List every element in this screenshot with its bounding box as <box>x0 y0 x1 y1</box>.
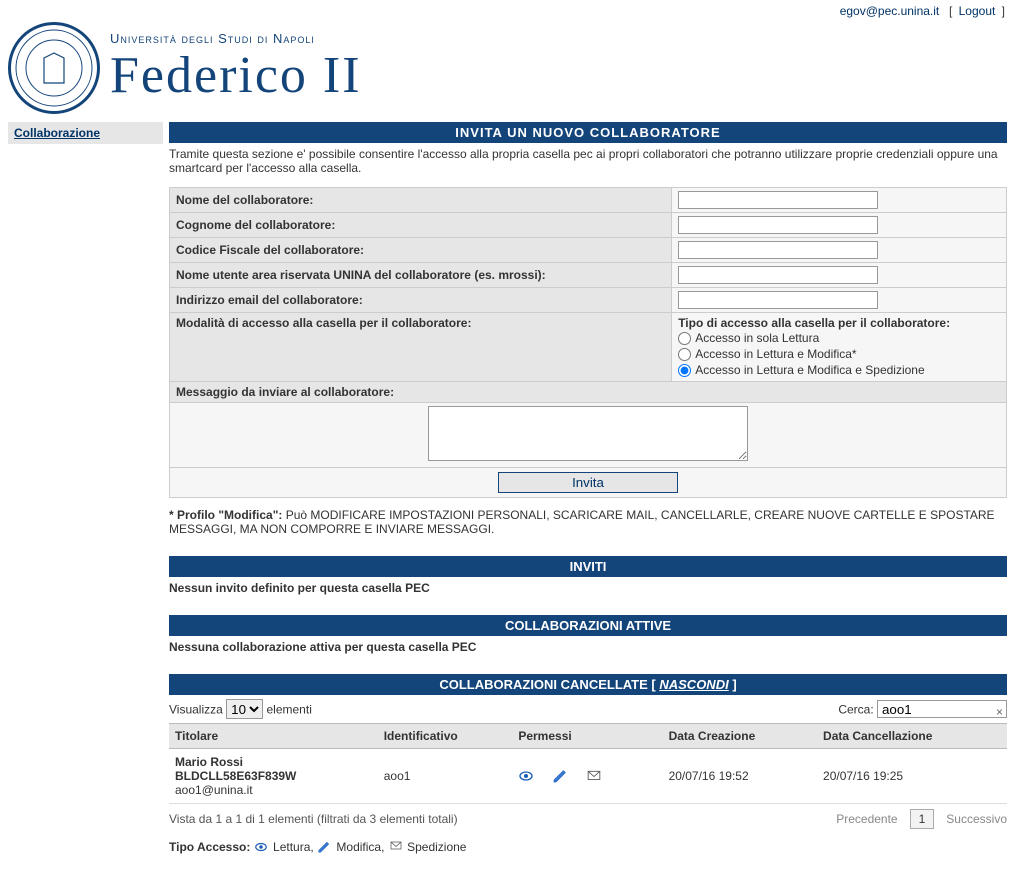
university-seal-icon <box>8 22 100 114</box>
cf-input[interactable] <box>678 241 878 259</box>
label-cognome: Cognome del collaboratore: <box>170 213 672 238</box>
pencil-icon <box>552 768 568 784</box>
th-identificativo[interactable]: Identificativo <box>378 724 513 749</box>
th-permessi[interactable]: Permessi <box>512 724 662 749</box>
modifica-note: * Profilo "Modifica": Può MODIFICARE IMP… <box>169 498 1007 546</box>
university-title: Federico II <box>110 46 362 105</box>
row-creazione: 20/07/16 19:52 <box>663 749 817 804</box>
envelope-icon <box>586 768 602 784</box>
radio-lettura[interactable] <box>678 332 691 345</box>
section-title-attive: COLLABORAZIONI ATTIVE <box>169 615 1007 636</box>
elementi-label: elementi <box>267 703 312 717</box>
radio-modifica-label: Accesso in Lettura e Modifica* <box>695 347 856 361</box>
section-title-inviti: INVITI <box>169 556 1007 577</box>
nome-input[interactable] <box>678 191 878 209</box>
clear-search-icon[interactable]: × <box>996 705 1003 719</box>
nascondi-link[interactable]: NASCONDI <box>659 677 728 692</box>
th-cancellazione[interactable]: Data Cancellazione <box>817 724 1007 749</box>
pager-successivo[interactable]: Successivo <box>946 812 1007 826</box>
section-title-cancellate: COLLABORAZIONI CANCELLATE [ NASCONDI ] <box>169 674 1007 695</box>
email-input[interactable] <box>678 291 878 309</box>
label-username: Nome utente area riservata UNINA del col… <box>170 263 672 288</box>
row-titolare-name: Mario Rossi <box>175 755 372 769</box>
pencil-icon <box>317 840 333 856</box>
intro-text: Tramite questa sezione e' possibile cons… <box>169 143 1007 187</box>
eye-icon <box>254 840 270 856</box>
inviti-msg: Nessun invito definito per questa casell… <box>169 577 1007 605</box>
row-titolare-email: aoo1@unina.it <box>175 783 372 797</box>
envelope-icon <box>388 840 404 856</box>
label-tipo: Tipo di accesso alla casella per il coll… <box>678 316 1000 330</box>
visualizza-select[interactable]: 10 <box>226 699 263 719</box>
th-creazione[interactable]: Data Creazione <box>663 724 817 749</box>
attive-msg: Nessuna collaborazione attiva per questa… <box>169 636 1007 664</box>
sidebar-item-collaborazione[interactable]: Collaborazione <box>8 122 163 144</box>
radio-lettura-label: Accesso in sola Lettura <box>695 331 819 345</box>
pager-precedente[interactable]: Precedente <box>836 812 897 826</box>
search-input[interactable] <box>877 700 1007 718</box>
label-email: Indirizzo email del collaboratore: <box>170 288 672 313</box>
radio-modifica[interactable] <box>678 348 691 361</box>
topbar-email[interactable]: egov@pec.unina.it <box>840 4 940 18</box>
radio-spedizione-label: Accesso in Lettura e Modifica e Spedizio… <box>695 363 924 377</box>
messaggio-textarea[interactable] <box>428 406 748 461</box>
table-footer-info: Vista da 1 a 1 di 1 elementi (filtrati d… <box>169 804 458 834</box>
eye-icon <box>518 768 534 784</box>
row-identificativo: aoo1 <box>378 749 513 804</box>
cognome-input[interactable] <box>678 216 878 234</box>
row-titolare-cf: BLDCLL58E63F839W <box>175 769 372 783</box>
cerca-label: Cerca: <box>838 703 873 717</box>
pager-page[interactable]: 1 <box>910 809 935 829</box>
row-cancellazione: 20/07/16 19:25 <box>817 749 1007 804</box>
radio-spedizione[interactable] <box>678 364 691 377</box>
label-cf: Codice Fiscale del collaboratore: <box>170 238 672 263</box>
section-title-invita: INVITA UN NUOVO COLLABORATORE <box>169 122 1007 143</box>
invita-button[interactable]: Invita <box>498 472 678 493</box>
label-messaggio: Messaggio da inviare al collaboratore: <box>170 382 1007 403</box>
university-subtitle: Università degli Studi di Napoli <box>110 31 362 46</box>
logout-link[interactable]: Logout <box>959 4 996 18</box>
visualizza-label: Visualizza <box>169 703 223 717</box>
label-modalita: Modalità di accesso alla casella per il … <box>170 313 672 382</box>
th-titolare[interactable]: Titolare <box>169 724 378 749</box>
username-input[interactable] <box>678 266 878 284</box>
sidebar-item-label[interactable]: Collaborazione <box>14 126 100 140</box>
header: Università degli Studi di Napoli Federic… <box>0 22 1015 122</box>
legend: Tipo Accesso: Lettura, Modifica, Spedizi… <box>169 834 1007 862</box>
label-nome: Nome del collaboratore: <box>170 188 672 213</box>
table-row: Mario Rossi BLDCLL58E63F839W aoo1@unina.… <box>169 749 1007 804</box>
